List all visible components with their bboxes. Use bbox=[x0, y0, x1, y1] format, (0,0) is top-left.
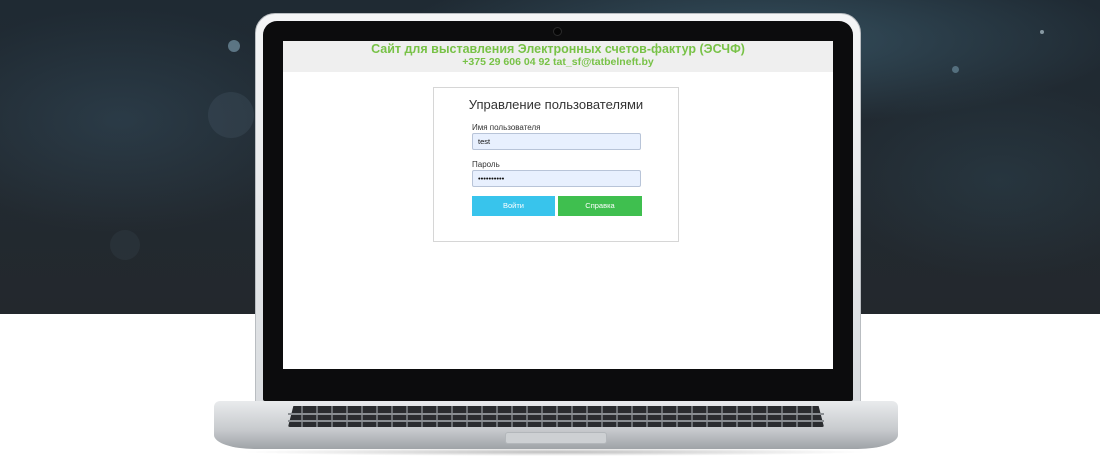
login-panel: Управление пользователями Имя пользовате… bbox=[433, 87, 679, 242]
laptop-shadow bbox=[240, 448, 870, 456]
laptop-screen: Сайт для выставления Электронных счетов-… bbox=[283, 41, 833, 369]
username-field[interactable] bbox=[472, 133, 641, 150]
keyboard-row-divider bbox=[288, 420, 824, 422]
keyboard-row-divider bbox=[288, 413, 824, 415]
site-header: Сайт для выставления Электронных счетов-… bbox=[283, 41, 833, 72]
bokeh-light bbox=[952, 66, 959, 73]
password-label: Пароль bbox=[472, 160, 500, 169]
site-title: Сайт для выставления Электронных счетов-… bbox=[371, 42, 745, 56]
bokeh-light bbox=[208, 92, 254, 138]
bokeh-light bbox=[110, 230, 140, 260]
laptop-keyboard bbox=[288, 406, 824, 427]
site-contacts: +375 29 606 04 92 tat_sf@tatbelneft.by bbox=[462, 56, 654, 68]
username-label: Имя пользователя bbox=[472, 123, 541, 132]
webcam-icon bbox=[553, 27, 562, 36]
stage: Сайт для выставления Электронных счетов-… bbox=[0, 0, 1100, 460]
bokeh-light bbox=[1040, 30, 1044, 34]
bokeh-light bbox=[228, 40, 240, 52]
password-field[interactable] bbox=[472, 170, 641, 187]
help-button[interactable]: Справка bbox=[558, 196, 642, 216]
login-button[interactable]: Войти bbox=[472, 196, 555, 216]
panel-title: Управление пользователями bbox=[468, 97, 644, 112]
laptop-trackpad bbox=[505, 432, 607, 444]
